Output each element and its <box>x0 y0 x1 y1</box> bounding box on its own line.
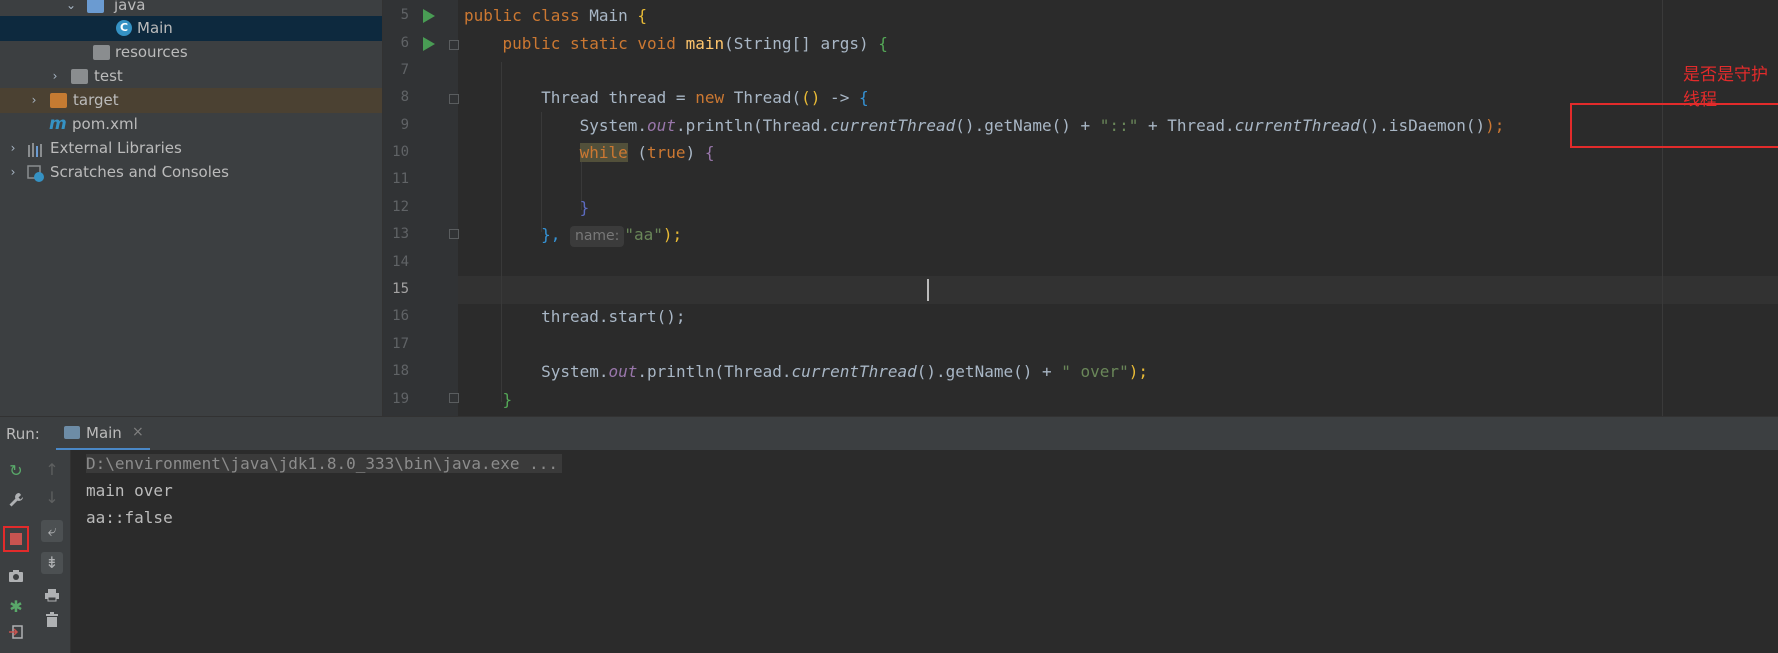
wrench-icon[interactable] <box>5 492 27 514</box>
close-icon[interactable]: × <box>132 424 144 440</box>
console-line: aa::false <box>86 508 173 527</box>
tree-item-label: Main <box>137 19 173 37</box>
console-output[interactable]: D:\environment\java\jdk1.8.0_333\bin\jav… <box>71 450 1778 653</box>
console-command: D:\environment\java\jdk1.8.0_333\bin\jav… <box>86 454 563 473</box>
code-line-6: public static void main(String[] args) { <box>502 34 888 53</box>
console-icon <box>64 426 80 439</box>
scroll-to-end-icon[interactable]: ⇟ <box>41 552 63 574</box>
line-number: 13 <box>392 226 409 242</box>
line-number: 5 <box>400 7 409 23</box>
code-line-13: }, name: "aa"); <box>464 221 682 248</box>
line-number: 12 <box>392 199 409 215</box>
tree-item-test[interactable]: › test <box>0 64 382 89</box>
stop-button[interactable] <box>3 526 29 552</box>
debug-bug-icon[interactable]: ✱ <box>5 596 27 618</box>
current-line-highlight <box>458 276 1778 304</box>
code-line-5: public class Main { <box>464 6 648 25</box>
arrow-down-icon[interactable]: ↓ <box>41 487 63 509</box>
run-tab-main[interactable]: Main × <box>56 417 150 451</box>
fold-marker-icon[interactable] <box>449 94 459 104</box>
console-line: D:\environment\java\jdk1.8.0_333\bin\jav… <box>86 450 563 477</box>
line-number: 6 <box>400 35 409 51</box>
tree-item-label: External Libraries <box>50 139 182 157</box>
soft-wrap-icon[interactable]: ⤶ <box>41 520 63 542</box>
console-line: main over <box>86 481 173 500</box>
code-line-10: while (true) { <box>579 143 715 162</box>
run-tab-label: Main <box>86 424 122 442</box>
text-caret <box>927 279 929 301</box>
line-number: 18 <box>392 363 409 379</box>
print-icon[interactable] <box>41 586 63 608</box>
line-number-current: 15 <box>392 281 409 297</box>
run-class-icon[interactable] <box>423 9 435 23</box>
code-line-16: thread.start(); <box>541 307 686 326</box>
fold-marker-icon[interactable] <box>449 40 459 50</box>
line-number: 8 <box>400 89 409 105</box>
tree-item-resources[interactable]: resources <box>0 40 382 65</box>
fold-marker-icon[interactable] <box>449 393 459 403</box>
camera-icon[interactable] <box>5 567 27 589</box>
rerun-icon[interactable]: ↻ <box>5 460 27 482</box>
run-panel-header: Run: Main × <box>0 416 1778 451</box>
code-line-8: Thread thread = new Thread(() -> { <box>541 88 869 107</box>
tree-item-label: resources <box>115 43 188 61</box>
run-main-icon[interactable] <box>423 37 435 51</box>
annotation-text: 是否是守护线程 <box>1683 65 1768 110</box>
line-number: 17 <box>392 336 409 352</box>
run-toolbar-secondary: ↑ ↓ ⤶ ⇟ <box>34 450 71 653</box>
code-editor[interactable]: 5 6 7 8 9 10 11 12 13 14 15 16 17 18 19 … <box>383 0 1778 416</box>
exit-icon[interactable] <box>5 624 27 646</box>
chevron-right-icon[interactable]: › <box>48 64 62 89</box>
run-label: Run: <box>6 425 40 443</box>
trash-icon[interactable] <box>41 612 63 634</box>
resources-folder-icon <box>93 45 110 60</box>
libraries-icon <box>27 141 44 157</box>
tree-item-external-libraries[interactable]: › External Libraries <box>0 136 382 161</box>
code-line-18: System.out.println(Thread.currentThread(… <box>541 362 1148 381</box>
tree-item-label: pom.xml <box>72 115 138 133</box>
line-number: 14 <box>392 254 409 270</box>
tree-item-target[interactable]: › target <box>0 88 382 113</box>
tree-item-label: Scratches and Consoles <box>50 163 229 181</box>
code-line-19: } <box>502 390 513 409</box>
code-line-9: System.out.println(Thread.currentThread(… <box>579 116 1505 135</box>
right-margin-guide <box>1662 0 1663 416</box>
arrow-up-icon[interactable]: ↑ <box>41 459 63 481</box>
maven-icon: m <box>49 114 67 134</box>
folder-icon <box>71 69 88 84</box>
scratches-icon <box>27 165 44 182</box>
code-line-12: } <box>579 198 590 217</box>
chevron-right-icon[interactable]: › <box>6 160 20 185</box>
parameter-hint: name: <box>569 226 625 247</box>
java-class-icon: C <box>116 20 132 36</box>
line-number: 19 <box>392 391 409 407</box>
line-number: 9 <box>400 117 409 133</box>
tree-item-pom[interactable]: m pom.xml <box>0 112 382 137</box>
line-number: 7 <box>400 62 409 78</box>
line-number: 10 <box>392 144 409 160</box>
chevron-right-icon[interactable]: › <box>27 88 41 113</box>
tree-item-scratches[interactable]: › Scratches and Consoles <box>0 160 382 185</box>
chevron-right-icon[interactable]: › <box>6 136 20 161</box>
folder-blue-icon <box>87 0 104 13</box>
tree-item-label: test <box>94 67 123 85</box>
tree-item-main[interactable]: C Main <box>0 16 382 41</box>
stop-icon <box>10 533 22 545</box>
line-number: 16 <box>392 308 409 324</box>
line-number: 11 <box>392 171 409 187</box>
tree-item-label: target <box>73 91 119 109</box>
fold-marker-icon[interactable] <box>449 229 459 239</box>
project-tree-panel: ⌄ java C Main resources › test › target … <box>0 0 383 416</box>
folder-excluded-icon <box>50 93 67 108</box>
